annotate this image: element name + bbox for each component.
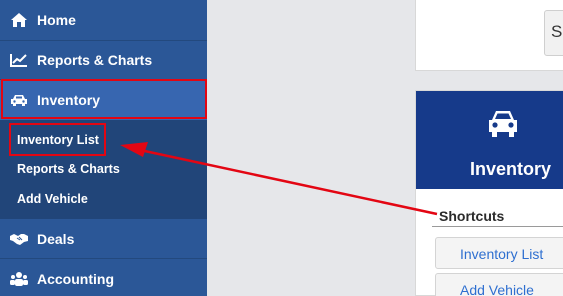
annotation-arrow	[120, 142, 438, 216]
app-window: Home Reports & Charts Inventory Inventor…	[0, 0, 563, 296]
